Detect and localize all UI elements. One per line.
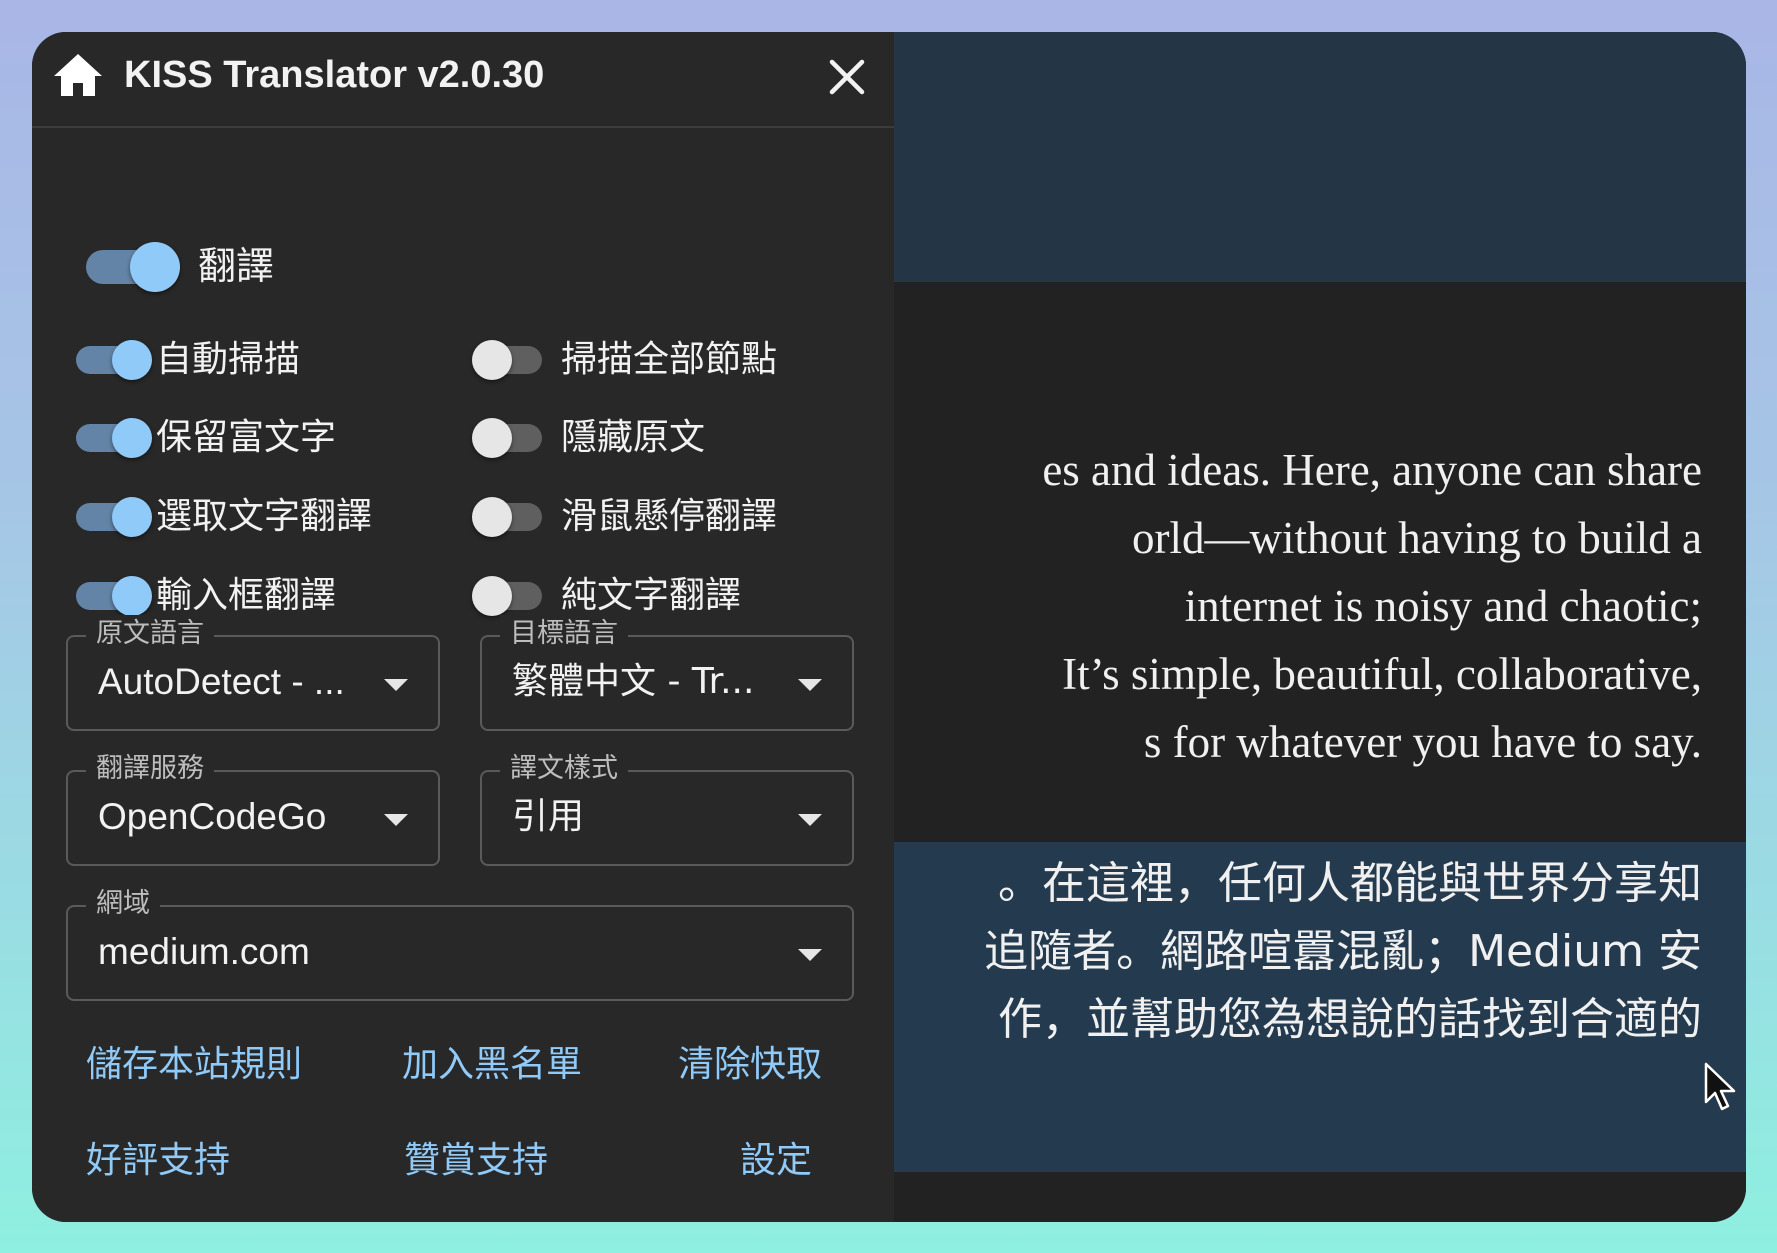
- scan-all-nodes-label: 掃描全部節點: [561, 339, 778, 380]
- plain-text-translate-label: 純文字翻譯: [561, 575, 742, 616]
- hover-translate-toggle[interactable]: [472, 495, 548, 539]
- switch-thumb: [472, 340, 512, 380]
- switch-thumb: [112, 340, 152, 380]
- switch-thumb: [112, 497, 152, 537]
- translation-service-label: 翻譯服務: [86, 750, 214, 788]
- hide-original-toggle[interactable]: [472, 416, 548, 460]
- domain-select[interactable]: 網域 medium.com: [66, 885, 854, 1001]
- translation-service-select[interactable]: 翻譯服務 OpenCodeGo: [66, 750, 440, 866]
- translation-style-value: 引用: [512, 796, 585, 837]
- translation-line: 追隨者。網路喧囂混亂；Medium 安: [984, 926, 1702, 977]
- article-line: s for whatever you have to say.: [1143, 717, 1702, 767]
- domain-label: 網域: [86, 885, 160, 923]
- translation-service-value: OpenCodeGo: [98, 796, 327, 837]
- dropdown-arrow-icon: [798, 814, 822, 826]
- switch-thumb: [112, 418, 152, 458]
- article-line: internet is noisy and chaotic;: [1184, 581, 1702, 631]
- translator-popup: KISS Translator v2.0.30 翻譯 自動掃描 保留富文字 選取…: [32, 32, 894, 1222]
- browser-window: es and ideas. Here, anyone can share orl…: [32, 32, 1746, 1222]
- switch-thumb: [472, 418, 512, 458]
- dropdown-arrow-icon: [798, 949, 822, 961]
- input-box-translate-label: 輸入框翻譯: [156, 575, 337, 616]
- switch-thumb: [472, 497, 512, 537]
- popup-title: KISS Translator v2.0.30: [124, 54, 545, 96]
- dropdown-arrow-icon: [384, 814, 408, 826]
- article-header: [892, 32, 1746, 282]
- translation-line: 作，並幫助您為想說的話找到合適的: [998, 994, 1702, 1045]
- selection-translate-toggle[interactable]: [76, 495, 152, 539]
- source-language-label: 原文語言: [86, 615, 214, 653]
- settings-link[interactable]: 設定: [740, 1138, 812, 1184]
- source-language-value: AutoDetect - ...: [98, 661, 345, 702]
- keep-rich-text-toggle[interactable]: [76, 416, 152, 460]
- scan-all-nodes-toggle[interactable]: [472, 338, 548, 382]
- translate-toggle-label: 翻譯: [198, 244, 275, 288]
- auto-scan-label: 自動掃描: [156, 339, 301, 380]
- source-language-select[interactable]: 原文語言 AutoDetect - ...: [66, 615, 440, 731]
- dropdown-arrow-icon: [798, 679, 822, 691]
- translation-block: 。在這裡，任何人都能與世界分享知 追隨者。網路喧囂混亂；Medium 安 作，並…: [892, 842, 1746, 1172]
- popup-titlebar: KISS Translator v2.0.30: [32, 32, 894, 128]
- target-language-select[interactable]: 目標語言 繁體中文 - Tr...: [480, 615, 854, 731]
- domain-value: medium.com: [98, 931, 310, 972]
- keep-rich-text-label: 保留富文字: [156, 417, 337, 458]
- translation-style-select[interactable]: 譯文樣式 引用: [480, 750, 854, 866]
- target-language-value: 繁體中文 - Tr...: [512, 661, 755, 702]
- translate-toggle[interactable]: [86, 242, 182, 292]
- article-page: es and ideas. Here, anyone can share orl…: [892, 32, 1746, 1222]
- add-to-blacklist-link[interactable]: 加入黑名單: [402, 1042, 582, 1088]
- switch-thumb: [472, 576, 512, 616]
- rate-support-link[interactable]: 好評支持: [86, 1138, 230, 1184]
- hide-original-label: 隱藏原文: [561, 417, 706, 458]
- input-box-translate-toggle[interactable]: [76, 574, 152, 618]
- selection-translate-label: 選取文字翻譯: [156, 496, 373, 537]
- mouse-pointer-icon: [1704, 1062, 1736, 1111]
- translation-style-label: 譯文樣式: [500, 750, 628, 788]
- article-line: es and ideas. Here, anyone can share: [1042, 445, 1702, 495]
- article-line: orld—without having to build a: [1132, 513, 1702, 563]
- hover-translate-label: 滑鼠懸停翻譯: [561, 496, 778, 537]
- switch-thumb: [130, 242, 180, 292]
- target-language-label: 目標語言: [500, 615, 628, 653]
- save-site-rule-link[interactable]: 儲存本站規則: [86, 1042, 302, 1088]
- switch-thumb: [112, 576, 152, 616]
- home-icon[interactable]: [52, 52, 104, 98]
- dropdown-arrow-icon: [384, 679, 408, 691]
- plain-text-translate-toggle[interactable]: [472, 574, 548, 618]
- donate-support-link[interactable]: 贊賞支持: [404, 1138, 548, 1184]
- clear-cache-link[interactable]: 清除快取: [678, 1042, 822, 1088]
- close-icon[interactable]: [826, 56, 868, 98]
- article-line: It’s simple, beautiful, collaborative,: [1062, 649, 1702, 699]
- auto-scan-toggle[interactable]: [76, 338, 152, 382]
- translation-line: 。在這裡，任何人都能與世界分享知: [998, 858, 1702, 909]
